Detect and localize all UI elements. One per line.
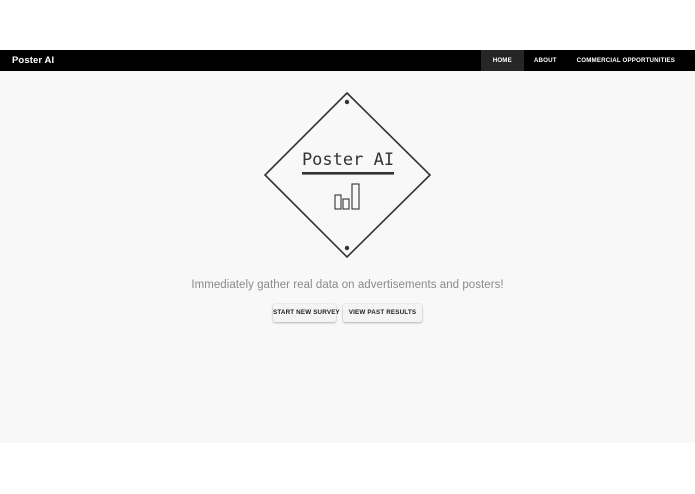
logo-diamond-frame — [264, 92, 432, 258]
logo-underline — [302, 172, 394, 175]
nav-commercial-opportunities[interactable]: COMMERCIAL OPPORTUNITIES — [567, 50, 685, 71]
nav-home[interactable]: HOME — [480, 50, 524, 71]
start-new-survey-button[interactable]: START NEW SURVEY — [273, 304, 340, 322]
top-navbar: Poster AI HOME ABOUT COMMERCIAL OPPORTUN… — [0, 50, 695, 71]
brand-link[interactable]: Poster AI — [12, 50, 54, 71]
nav-links: HOME ABOUT COMMERCIAL OPPORTUNITIES — [480, 50, 685, 71]
logo-bottom-pin — [344, 245, 350, 251]
poster-ai-logo: Poster AI — [264, 92, 432, 258]
browser-viewport: Poster AI HOME ABOUT COMMERCIAL OPPORTUN… — [0, 0, 695, 494]
view-past-results-button[interactable]: VIEW PAST RESULTS — [343, 304, 422, 322]
action-buttons: START NEW SURVEY VIEW PAST RESULTS — [0, 304, 695, 322]
tagline: Immediately gather real data on advertis… — [191, 279, 504, 291]
nav-about[interactable]: ABOUT — [524, 50, 567, 71]
logo-text: Poster AI — [302, 150, 394, 170]
bar-chart-icon — [334, 183, 360, 210]
logo-top-pin — [344, 99, 350, 105]
